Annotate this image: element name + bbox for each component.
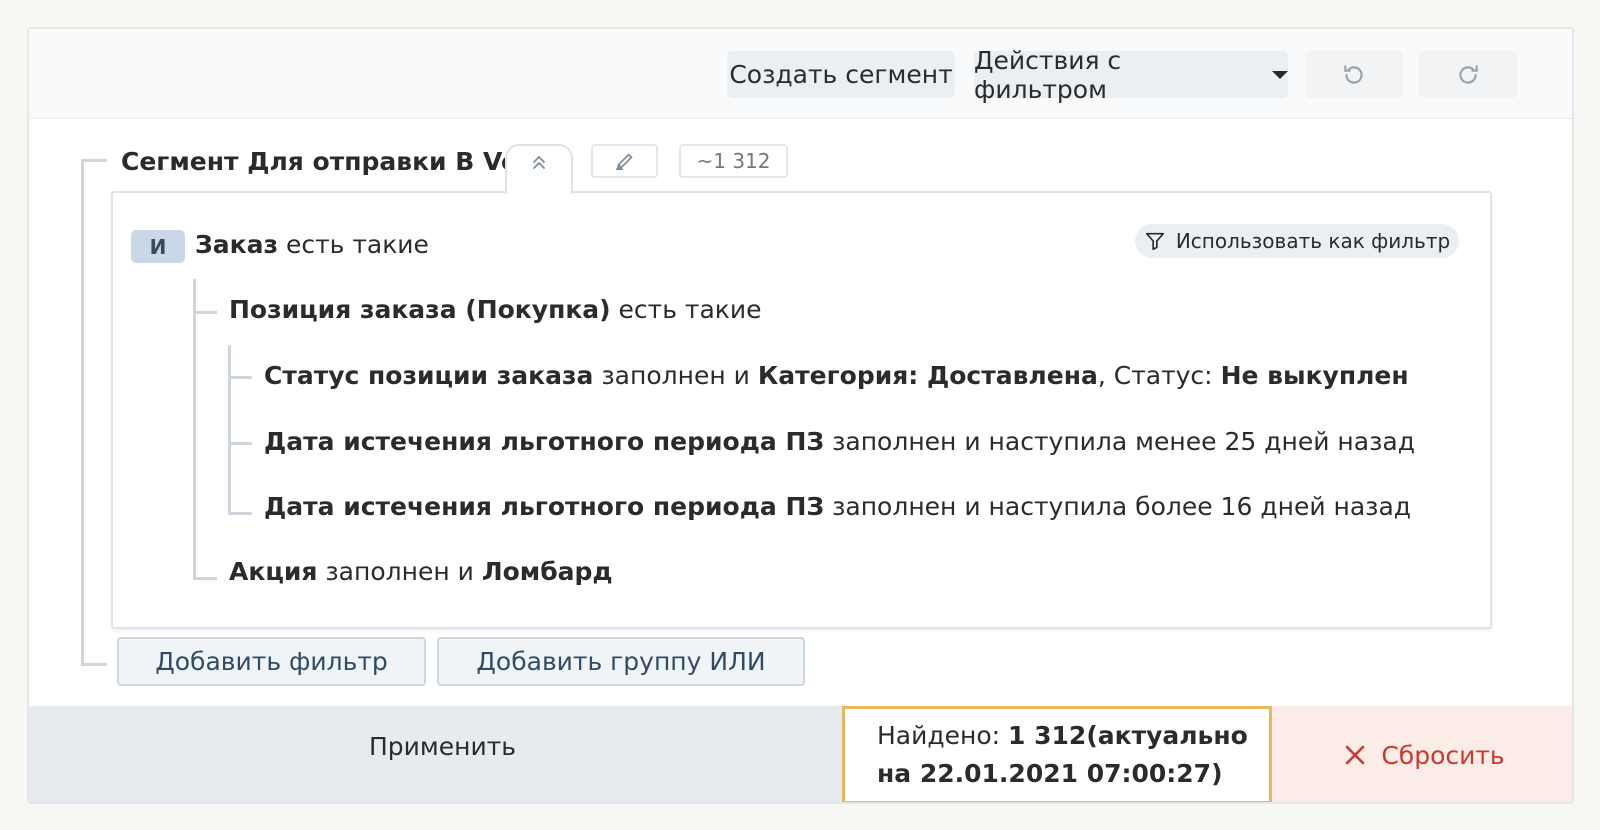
- filter-actions-dropdown[interactable]: Действия с фильтром: [974, 46, 1288, 104]
- and-operator-badge[interactable]: И: [131, 230, 185, 263]
- order-field: Заказ: [195, 230, 278, 259]
- undo-icon: [1344, 64, 1363, 84]
- tree-line: [228, 512, 252, 515]
- condition-op: заполнен и наступила более 16 дней назад: [824, 492, 1412, 521]
- condition-field: Дата истечения льготного периода ПЗ: [264, 427, 825, 456]
- use-as-filter-button[interactable]: Использовать как фильтр: [1135, 224, 1459, 258]
- condition-op: заполнен и: [593, 361, 758, 390]
- apply-label: Применить: [369, 732, 517, 761]
- create-segment-button[interactable]: Создать сегмент: [727, 51, 955, 98]
- category-value: Категория: Доставлена: [757, 361, 1098, 390]
- position-suffix: есть такие: [610, 295, 762, 324]
- chevron-double-up-icon: [533, 155, 545, 169]
- found-line-1: Найдено: 1 312(актуально: [877, 717, 1269, 755]
- undo-button[interactable]: [1305, 51, 1403, 98]
- add-filter-label: Добавить фильтр: [155, 647, 388, 676]
- funnel-icon: [1145, 232, 1164, 251]
- condition-field: Статус позиции заказа: [264, 361, 594, 390]
- found-label: Найдено:: [877, 721, 1009, 750]
- tree-line: [81, 159, 84, 666]
- bottom-bar: Применить Найдено: 1 312(актуально на 22…: [29, 706, 1572, 802]
- found-date: на 22.01.2021 07:00:27): [877, 759, 1223, 788]
- tree-line: [228, 442, 252, 445]
- order-condition[interactable]: Заказ есть такие: [195, 230, 429, 259]
- create-segment-label: Создать сегмент: [729, 60, 953, 89]
- edit-segment-button[interactable]: [591, 144, 658, 178]
- close-icon: [1346, 745, 1365, 765]
- position-field: Позиция заказа (Покупка): [229, 295, 611, 324]
- promo-field: Акция: [229, 557, 318, 586]
- operator-label: И: [149, 234, 167, 259]
- reset-button[interactable]: Сбросить: [1272, 706, 1572, 802]
- status-label: , Статус:: [1097, 361, 1221, 390]
- redo-icon: [1459, 64, 1478, 84]
- add-filter-button[interactable]: Добавить фильтр: [117, 637, 426, 686]
- use-as-filter-label: Использовать как фильтр: [1175, 229, 1451, 253]
- segment-count: ~1 312: [696, 149, 771, 173]
- collapse-button[interactable]: [505, 144, 573, 194]
- tree-line: [193, 311, 217, 314]
- condition-field: Дата истечения льготного периода ПЗ: [264, 492, 825, 521]
- condition-op: заполнен и наступила менее 25 дней назад: [824, 427, 1415, 456]
- tree-line: [228, 345, 231, 515]
- tree-line: [228, 376, 252, 379]
- reset-label: Сбросить: [1381, 740, 1505, 770]
- tree-line: [193, 577, 217, 580]
- add-or-group-label: Добавить группу ИЛИ: [476, 647, 766, 676]
- tree-line: [81, 159, 107, 162]
- found-value: 1 312(актуально: [1008, 721, 1248, 750]
- order-suffix: есть такие: [278, 230, 429, 259]
- filter-actions-label: Действия с фильтром: [974, 45, 1122, 104]
- promo-op: заполнен и: [317, 557, 482, 586]
- found-line-2: на 22.01.2021 07:00:27): [877, 755, 1269, 793]
- segment-editor-panel: Создать сегмент Действия с фильтром Сегм…: [27, 27, 1574, 804]
- promo-value: Ломбард: [481, 557, 613, 586]
- found-result: Найдено: 1 312(актуально на 22.01.2021 0…: [842, 706, 1272, 802]
- grace-date-condition-2[interactable]: Дата истечения льготного периода ПЗ запо…: [264, 492, 1411, 521]
- toolbar: Создать сегмент Действия с фильтром: [29, 29, 1572, 119]
- grace-date-condition-1[interactable]: Дата истечения льготного периода ПЗ запо…: [264, 427, 1415, 456]
- promo-condition[interactable]: Акция заполнен и Ломбард: [229, 557, 613, 586]
- apply-button[interactable]: Применить: [29, 706, 842, 802]
- status-condition[interactable]: Статус позиции заказа заполнен и Категор…: [264, 361, 1409, 390]
- caret-down-icon: [1272, 70, 1288, 79]
- segment-title: Сегмент Для отправки В Vox: [121, 147, 535, 176]
- filter-group-card: И Заказ есть такие Использовать как филь…: [111, 191, 1492, 629]
- redo-button[interactable]: [1419, 51, 1517, 98]
- tree-line: [193, 279, 196, 579]
- add-or-group-button[interactable]: Добавить группу ИЛИ: [437, 637, 805, 686]
- order-position-condition[interactable]: Позиция заказа (Покупка) есть такие: [229, 295, 762, 324]
- tree-line: [81, 663, 107, 666]
- segment-count-badge: ~1 312: [679, 144, 788, 178]
- pencil-icon: [615, 153, 633, 171]
- status-value: Не выкуплен: [1220, 361, 1409, 390]
